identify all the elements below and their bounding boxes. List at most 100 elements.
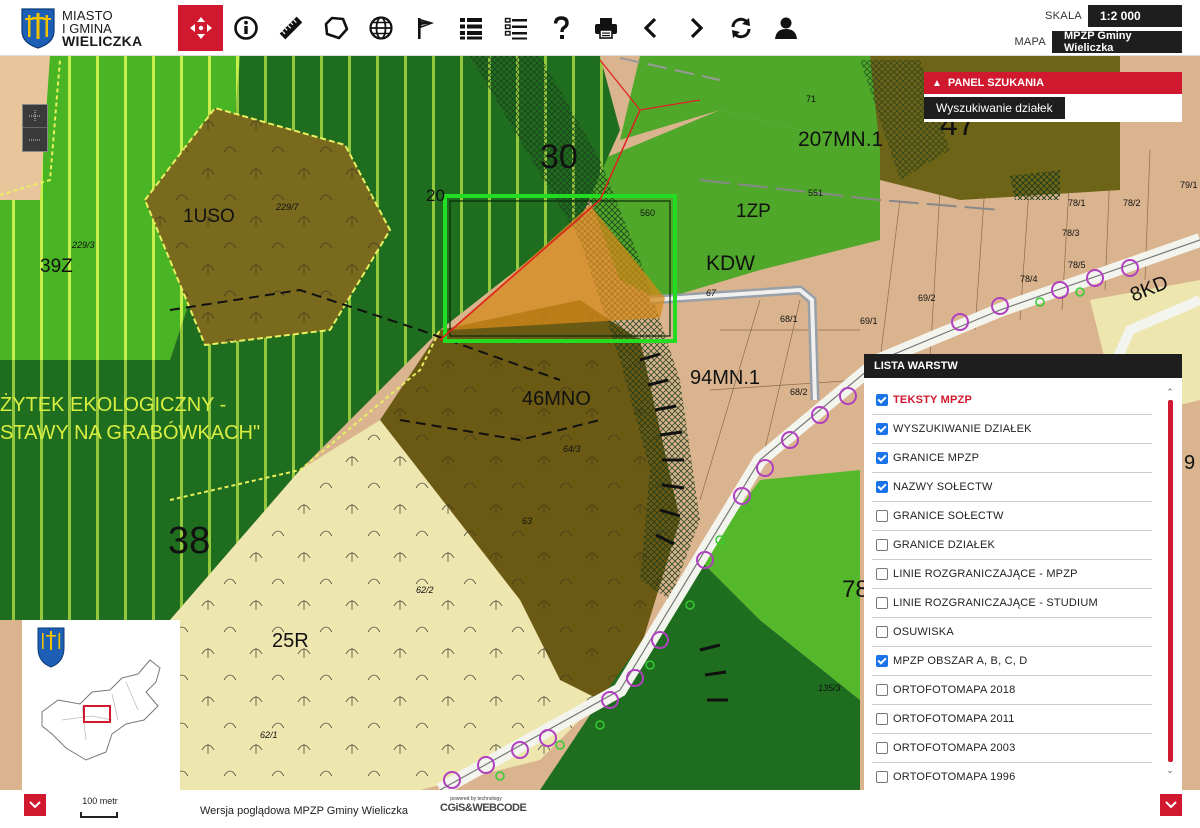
info-tool-button[interactable] xyxy=(223,5,268,51)
ecological-area-label-line1: ŻYTEK EKOLOGICZNY - xyxy=(0,394,227,416)
refresh-tool-button[interactable] xyxy=(718,5,763,51)
layer-checkbox[interactable] xyxy=(876,713,888,725)
layer-item[interactable]: LINIE ROZGRANICZAJĄCE - STUDIUM xyxy=(872,589,1152,618)
flag-tool-button[interactable] xyxy=(403,5,448,51)
map-toolbar xyxy=(178,5,808,51)
ecological-area-label-line2: STAWY NA GRABÓWKACH" xyxy=(0,422,261,444)
logo-line-3: WIELICZKA xyxy=(62,32,143,49)
search-panel-body: Wyszukiwanie działek xyxy=(924,94,1182,122)
polygon-icon xyxy=(324,16,348,40)
version-text: Wersja poglądowa MPZP Gminy Wieliczka xyxy=(200,805,409,817)
layer-checkbox[interactable] xyxy=(876,394,888,406)
zone-label-20: 20 xyxy=(426,186,445,205)
zoom-in-button[interactable] xyxy=(23,105,47,128)
globe-tool-button[interactable] xyxy=(358,5,403,51)
overview-map[interactable] xyxy=(22,620,180,790)
printer-icon xyxy=(594,18,617,39)
layer-checkbox[interactable] xyxy=(876,568,888,580)
layer-checkbox[interactable] xyxy=(876,510,888,522)
layer-item[interactable]: GRANICE SOŁECTW xyxy=(872,502,1152,531)
layer-checkbox[interactable] xyxy=(876,597,888,609)
layer-item[interactable]: LINIE ROZGRANICZAJĄCE - MPZP xyxy=(872,560,1152,589)
road-label-kdw: KDW xyxy=(706,252,755,275)
scale-bar-label: 100 metr xyxy=(82,796,118,806)
layers-list: TEKSTY MPZP WYSZUKIWANIE DZIAŁEK GRANICE M… xyxy=(872,386,1152,792)
parcel-label: 78/3 xyxy=(1062,228,1080,238)
layer-label: ORTOFOTOMAPA 2011 xyxy=(893,713,1015,725)
layer-checkbox[interactable] xyxy=(876,626,888,638)
layer-item[interactable]: WYSZUKIWANIE DZIAŁEK xyxy=(872,415,1152,444)
layer-checkbox[interactable] xyxy=(876,423,888,435)
layer-item[interactable]: ORTOFOTOMAPA 2018 xyxy=(872,676,1152,705)
layer-label: ORTOFOTOMAPA 2003 xyxy=(893,742,1016,754)
layers-list-tool-button[interactable] xyxy=(493,5,538,51)
layers-scrollbar[interactable]: ⌃ ⌄ xyxy=(1164,386,1176,778)
layer-label: LINIE ROZGRANICZAJĄCE - MPZP xyxy=(893,568,1078,580)
measure-tool-button[interactable] xyxy=(268,5,313,51)
question-icon xyxy=(553,16,569,39)
top-bar: MIASTO I GMINA WIELICZKA SKALA 1:2 000 M… xyxy=(0,0,1200,56)
search-panel-header[interactable]: ▲ PANEL SZUKANIA xyxy=(924,72,1182,94)
list-outline-icon xyxy=(504,17,527,40)
layer-label: WYSZUKIWANIE DZIAŁEK xyxy=(893,423,1032,435)
layer-item[interactable]: MPZP OBSZAR A, B, C, D xyxy=(872,647,1152,676)
layer-item[interactable]: ORTOFOTOMAPA 1996 xyxy=(872,763,1152,792)
zoom-out-button[interactable] xyxy=(23,128,47,151)
user-tool-button[interactable] xyxy=(763,5,808,51)
layer-checkbox[interactable] xyxy=(876,684,888,696)
layer-label: GRANICE MPZP xyxy=(893,452,980,464)
scroll-up-icon[interactable]: ⌃ xyxy=(1164,386,1176,398)
zone-label-1zp: 1ZP xyxy=(736,201,771,222)
minus-icon xyxy=(29,139,41,140)
layer-item[interactable]: TEKSTY MPZP xyxy=(872,386,1152,415)
zone-label-94mn1: 94MN.1 xyxy=(690,367,761,389)
flag-icon xyxy=(417,18,434,39)
layer-item[interactable]: GRANICE DZIAŁEK xyxy=(872,531,1152,560)
prev-view-tool-button[interactable] xyxy=(628,5,673,51)
collapse-left-button[interactable] xyxy=(24,794,46,816)
help-tool-button[interactable] xyxy=(538,5,583,51)
scrollbar-thumb[interactable] xyxy=(1168,400,1173,762)
layer-checkbox[interactable] xyxy=(876,742,888,754)
layer-checkbox[interactable] xyxy=(876,481,888,493)
map-selector[interactable]: MPZP Gminy Wieliczka xyxy=(1052,30,1182,54)
scale-selector[interactable]: 1:2 000 xyxy=(1088,5,1182,27)
layer-checkbox[interactable] xyxy=(876,452,888,464)
parcel-label: 78/1 xyxy=(1068,198,1086,208)
pan-tool-button[interactable] xyxy=(178,5,223,51)
parcel-label: 229/3 xyxy=(72,240,95,250)
powered-by-brand: CGiS&WEBCODE xyxy=(440,802,527,814)
legend-tool-button[interactable] xyxy=(448,5,493,51)
layer-checkbox[interactable] xyxy=(876,539,888,551)
parcel-label: 79/1 xyxy=(1180,180,1198,190)
parcel-label: 62/1 xyxy=(260,730,278,740)
layer-label: LINIE ROZGRANICZAJĄCE - STUDIUM xyxy=(893,597,1098,609)
layer-item[interactable]: NAZWY SOŁECTW xyxy=(872,473,1152,502)
layer-checkbox[interactable] xyxy=(876,771,888,783)
zoom-controls xyxy=(22,104,48,152)
layer-label: GRANICE SOŁECTW xyxy=(893,510,1004,522)
layer-item[interactable]: ORTOFOTOMAPA 2003 xyxy=(872,734,1152,763)
municipality-logo[interactable]: MIASTO I GMINA WIELICZKA xyxy=(20,6,150,50)
scroll-down-icon[interactable]: ⌄ xyxy=(1164,764,1176,776)
zone-label-25r: 25R xyxy=(272,630,309,652)
layer-label: ORTOFOTOMAPA 2018 xyxy=(893,684,1016,696)
print-tool-button[interactable] xyxy=(583,5,628,51)
parcel-search-tab[interactable]: Wyszukiwanie działek xyxy=(924,97,1065,119)
powered-by-logo[interactable]: powered by technology CGiS&WEBCODE xyxy=(440,796,527,822)
layer-checkbox[interactable] xyxy=(876,655,888,667)
polygon-tool-button[interactable] xyxy=(313,5,358,51)
layer-label: MPZP OBSZAR A, B, C, D xyxy=(893,655,1028,667)
map-row: MAPA MPZP Gminy Wieliczka xyxy=(1014,30,1182,54)
layer-item[interactable]: ORTOFOTOMAPA 2011 xyxy=(872,705,1152,734)
collapse-right-button[interactable] xyxy=(1160,794,1182,816)
parcel-label: 67 xyxy=(706,288,717,298)
scale-label: SKALA xyxy=(1045,10,1082,22)
layer-item[interactable]: GRANICE MPZP xyxy=(872,444,1152,473)
search-panel: ▲ PANEL SZUKANIA Wyszukiwanie działek xyxy=(924,72,1182,122)
chevron-right-icon xyxy=(690,17,703,39)
zone-label-1uso: 1USO xyxy=(183,206,235,227)
next-view-tool-button[interactable] xyxy=(673,5,718,51)
layer-item[interactable]: OSUWISKA xyxy=(872,618,1152,647)
search-panel-title: PANEL SZUKANIA xyxy=(947,77,1045,89)
